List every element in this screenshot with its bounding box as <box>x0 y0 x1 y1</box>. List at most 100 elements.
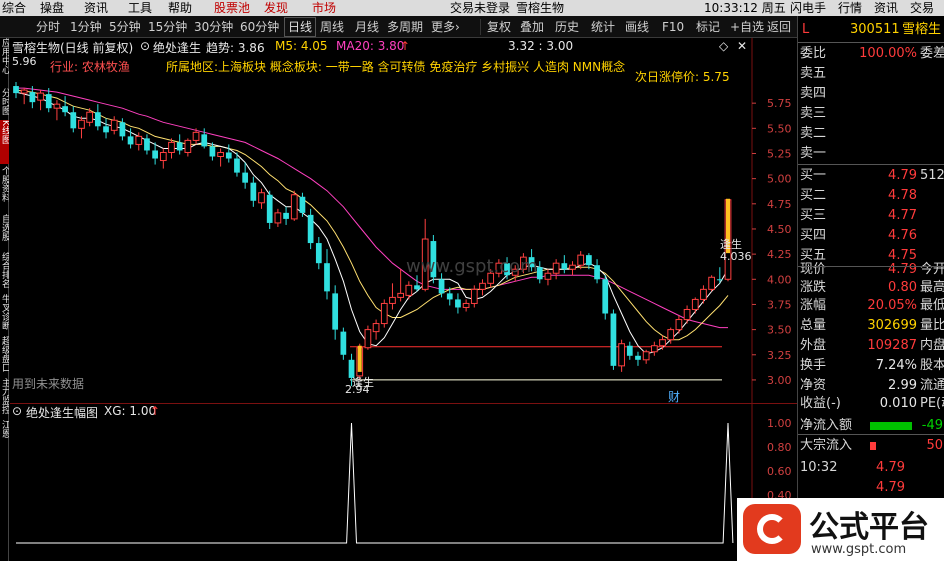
left-tab-3[interactable]: 个股资料 <box>0 166 9 212</box>
candle-body-8 <box>78 119 85 129</box>
period-5分钟[interactable]: 5分钟 <box>109 16 141 38</box>
candle-body-25 <box>217 151 224 158</box>
y-tick-main-4: 4.75 <box>767 198 792 211</box>
tick-row: 4.79 <box>798 478 944 498</box>
chart-area[interactable]: 5.75 5.50 5.25 5.00 4.75 4.50 4.25 4.00 3.75 3.50… <box>10 38 797 561</box>
close-icon[interactable]: ✕ <box>737 39 747 53</box>
tool-F10[interactable]: F10 <box>662 16 684 38</box>
flow-row-value: -49 <box>921 418 943 433</box>
period-60分钟[interactable]: 60分钟 <box>240 16 279 38</box>
menu-item-发现[interactable]: 发现 <box>264 0 288 16</box>
tool-画线[interactable]: 画线 <box>625 16 649 38</box>
period-周线[interactable]: 周线 <box>320 16 344 38</box>
candle-body-82 <box>683 308 691 321</box>
quote-row-extra: 流通 <box>920 378 944 393</box>
tool-复权[interactable]: 复权 <box>487 16 511 38</box>
left-tab-1[interactable]: 分时图 <box>0 88 9 118</box>
kline-svg[interactable]: 5.75 5.50 5.25 5.00 4.75 4.50 4.25 4.00 3.75 3.50… <box>10 38 797 403</box>
candle-body-46 <box>389 296 396 304</box>
period-15分钟[interactable]: 15分钟 <box>148 16 187 38</box>
menu-item-市场[interactable]: 市场 <box>312 0 336 16</box>
y-tick-main-7: 4.00 <box>767 273 792 286</box>
left-tab-8[interactable]: 主力监控 <box>0 378 9 418</box>
quote-row-value: 2.99 <box>888 378 917 393</box>
quote-row-label: 净资 <box>800 378 827 393</box>
flow-bar <box>870 422 912 430</box>
flow-row-value: 50 <box>926 438 943 453</box>
candle-body-47 <box>397 292 405 298</box>
left-tab-0[interactable]: 应用中心 <box>0 38 9 86</box>
candle-body-7 <box>70 112 77 129</box>
tick-price: 4.79 <box>876 480 905 495</box>
quote-row-value: 0.010 <box>879 396 917 411</box>
period-多周期[interactable]: 多周期 <box>387 16 423 38</box>
left-tab-6[interactable]: 牛叉诊断 <box>0 294 9 334</box>
candle-body-14 <box>127 136 134 145</box>
menu-item-资讯[interactable]: 资讯 <box>84 0 108 16</box>
tool-叠加[interactable]: 叠加 <box>520 16 544 38</box>
quote-row-label: 委比 <box>800 46 827 61</box>
candle-body-55 <box>462 302 470 308</box>
menu-right-资讯[interactable]: 资讯 <box>874 0 898 16</box>
period-30分钟[interactable]: 30分钟 <box>194 16 233 38</box>
menu-item-工具[interactable]: 工具 <box>128 0 152 16</box>
left-tab-7[interactable]: 超级盘口 <box>0 336 9 376</box>
quote-row-label: 现价 <box>800 262 827 277</box>
quote-row-value: 109287 <box>867 338 917 353</box>
menu-right-交易[interactable]: 交易 <box>910 0 934 16</box>
left-tab-5[interactable]: 综合排名 <box>0 252 9 292</box>
period-分时[interactable]: 分时 <box>36 16 60 38</box>
candle-body-34 <box>290 194 298 220</box>
candle-body-2 <box>29 92 36 103</box>
quote-row: 卖四 <box>798 84 944 104</box>
candle-body-22 <box>192 131 200 141</box>
candle-body-13 <box>119 122 126 137</box>
candle-body-15 <box>135 135 143 145</box>
quote-row: 净资 2.99 流通 <box>798 376 944 396</box>
quote-row-label: 涨幅 <box>800 298 827 313</box>
settings-diamond-icon[interactable]: ◇ <box>719 39 728 53</box>
menu-item-操盘[interactable]: 操盘 <box>40 0 64 16</box>
sub-indicator-name[interactable]: 绝处逢生幅图 <box>26 404 98 421</box>
tick-row: 10:32 4.79 <box>798 458 944 478</box>
candle-body-33 <box>283 212 289 219</box>
left-tab-9[interactable]: 江恩 <box>0 420 9 450</box>
y-tick-main-10: 3.25 <box>767 349 792 362</box>
menu-right-行情[interactable]: 行情 <box>838 0 862 16</box>
period-1分钟[interactable]: 1分钟 <box>70 16 102 38</box>
tool-返回[interactable]: 返回 <box>767 16 791 38</box>
tool-标记[interactable]: 标记 <box>696 16 720 38</box>
candle-body-66 <box>552 262 560 274</box>
quote-row-label: 买三 <box>800 208 827 223</box>
collapse-icon[interactable]: ⊙ <box>140 39 150 53</box>
ma20-value: MA20: 3.80 <box>336 39 405 53</box>
tool-历史[interactable]: 历史 <box>555 16 579 38</box>
candle-body-81 <box>675 319 683 331</box>
sub-indicator-svg[interactable]: 1.000.800.600.400.202023年12345 <box>10 403 797 561</box>
menu-right-闪电手[interactable]: 闪电手 <box>790 0 826 16</box>
tool-add-watchlist[interactable]: +自选 <box>730 16 764 38</box>
period-more[interactable]: 更多› <box>431 16 460 38</box>
period-日线[interactable]: 日线 <box>284 17 317 37</box>
title-stock-name: 雪榕生物 <box>516 1 565 15</box>
indicator-name[interactable]: 绝处逢生 <box>153 39 201 56</box>
main-kline-chart[interactable]: 5.75 5.50 5.25 5.00 4.75 4.50 4.25 4.00 3.75 3.50… <box>10 38 797 404</box>
left-tab-4[interactable]: 自选股 <box>0 214 9 250</box>
quote-row-label: 收益(-) <box>800 396 841 411</box>
left-tab-2[interactable]: K线图 <box>0 120 9 164</box>
candle-body-38 <box>324 263 330 292</box>
period-月线[interactable]: 月线 <box>355 16 379 38</box>
menu-item-帮助[interactable]: 帮助 <box>168 0 192 16</box>
menu-item-股票池[interactable]: 股票池 <box>214 0 250 16</box>
chevron-right-icon: › <box>455 20 460 34</box>
flow-row: 净流入额 -49 <box>798 416 944 436</box>
sub-indicator-chart[interactable]: 1.000.800.600.400.202023年12345 ⊙ 绝处逢生幅图 … <box>10 403 797 561</box>
tool-统计[interactable]: 统计 <box>591 16 615 38</box>
menu-item-综合[interactable]: 综合 <box>2 0 26 16</box>
tick-time: 10:32 <box>800 460 838 475</box>
tick-price: 4.79 <box>876 460 905 475</box>
trade-status[interactable]: 交易未登录 <box>450 0 510 16</box>
candle-body-64 <box>536 267 543 280</box>
quote-row-value: 100.00% <box>859 46 917 61</box>
sub-collapse-icon[interactable]: ⊙ <box>12 404 22 418</box>
